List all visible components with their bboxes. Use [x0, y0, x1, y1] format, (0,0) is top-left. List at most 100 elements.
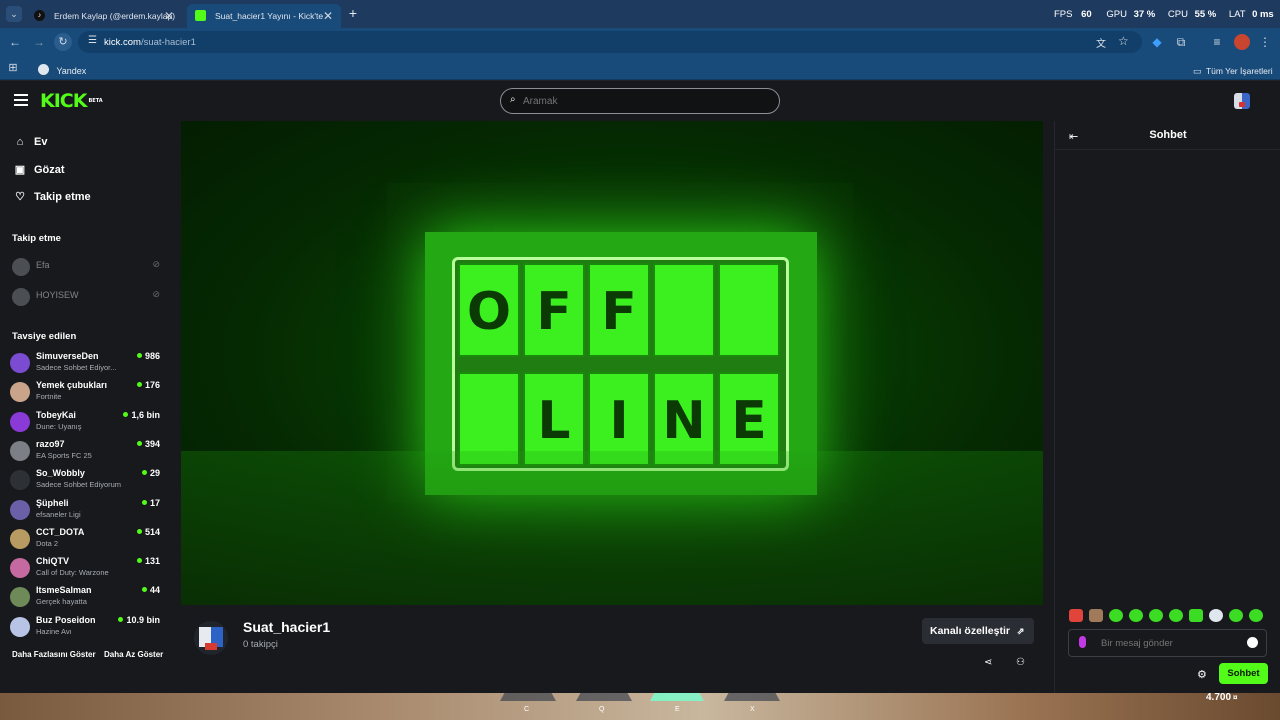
- forward-icon[interactable]: →: [32, 35, 46, 49]
- kick-logo[interactable]: KICK BETA: [40, 90, 103, 112]
- browse-icon: ▣: [14, 164, 26, 176]
- avatar: [10, 382, 30, 403]
- show-less-link[interactable]: Daha Az Göster: [104, 650, 163, 659]
- chat-divider: [1055, 149, 1280, 150]
- tab-title: Erdem Kaylap (@erdem.kaylap): [54, 11, 176, 21]
- channel-name[interactable]: Suat_hacier1: [243, 619, 330, 635]
- channel-category: EA Sports FC 25: [36, 450, 92, 460]
- following-channel[interactable]: HOYISEW ⊘: [10, 285, 160, 313]
- floor-glow: [181, 451, 1043, 605]
- hamburger-menu-icon[interactable]: [14, 94, 28, 106]
- nav-following-label: Takip etme: [34, 191, 91, 203]
- nav-browse[interactable]: ▣ Gözat: [12, 163, 65, 176]
- video-player[interactable]: OFF LINE: [181, 121, 1043, 605]
- tab-search-icon[interactable]: ⌄: [6, 6, 22, 22]
- browser-address-bar: ← → ↻ ☰ kick.com/suat-hacier1 文 ☆ ◆ ⧉ ≡ …: [0, 28, 1280, 56]
- close-tab-icon[interactable]: ✕: [323, 4, 333, 28]
- emote-icon[interactable]: [1069, 609, 1083, 622]
- emote-icon[interactable]: [1129, 609, 1143, 622]
- apps-grid-icon[interactable]: ⊞: [6, 61, 20, 75]
- recommended-channel[interactable]: TobeyKai Dune: Uyanış 1,6 bin: [10, 409, 160, 437]
- viewer-count-value: 29: [149, 468, 160, 479]
- bookmark-label: Yandex: [56, 66, 87, 76]
- extension-shield-icon[interactable]: ◆: [1150, 35, 1164, 49]
- tab-kick-stream[interactable]: Suat_hacier1 Yayını - Kick'te Canlı ✕: [187, 4, 341, 28]
- viewer-count-value: 131: [144, 556, 160, 567]
- recommended-channel[interactable]: Şüpheli efsaneler Ligi 17: [10, 497, 160, 525]
- translate-icon[interactable]: 文: [1096, 35, 1106, 50]
- heart-icon: ♡: [15, 191, 25, 203]
- yandex-icon: [38, 64, 49, 75]
- site-info-icon[interactable]: ☰: [88, 35, 97, 46]
- emote-icon[interactable]: [1169, 609, 1183, 622]
- channel-avatar[interactable]: [194, 621, 228, 655]
- clip-icon[interactable]: ⚇: [1016, 657, 1025, 668]
- credits-amount: 4.700: [1206, 692, 1232, 703]
- show-more-link[interactable]: Daha Fazlasını Göster: [12, 650, 96, 659]
- bookmark-star-icon[interactable]: ☆: [1118, 34, 1129, 48]
- chat-input-box[interactable]: [1068, 629, 1267, 657]
- following-channel[interactable]: Efa ⊘: [10, 255, 160, 283]
- nav-following[interactable]: ♡ Takip etme: [12, 190, 91, 203]
- close-tab-icon[interactable]: ✕: [164, 4, 174, 28]
- kick-app: KICKBETA ⌕ ⌂ Ev ▣ Gözat ♡ Takip etme Takip …: [0, 81, 1280, 693]
- recommended-channel[interactable]: Buz Poseidon Hazine Avı 10.9 bin: [10, 614, 160, 642]
- avatar: [12, 258, 30, 276]
- extensions-icon[interactable]: ⧉: [1174, 35, 1188, 49]
- url-field[interactable]: ☰ kick.com/suat-hacier1 文 ☆: [78, 31, 1142, 53]
- ability-key-e: E: [675, 706, 680, 713]
- emote-icon[interactable]: [1249, 609, 1263, 622]
- channel-name: ChiQTV: [36, 556, 69, 567]
- ability-slot: [650, 693, 704, 701]
- avatar: [10, 499, 30, 520]
- emote-icon[interactable]: [1209, 609, 1223, 622]
- mic-icon[interactable]: [1079, 636, 1086, 648]
- reading-list-icon[interactable]: ≡: [1210, 35, 1224, 49]
- nav-home[interactable]: ⌂ Ev: [12, 136, 48, 148]
- all-bookmarks[interactable]: ▭ Tüm Yer İşaretleri: [1193, 61, 1273, 79]
- recommended-channel[interactable]: razo97 EA Sports FC 25 394: [10, 438, 160, 466]
- lat-value: 0 ms: [1252, 9, 1274, 20]
- emote-icon[interactable]: [1109, 609, 1123, 622]
- tab-erdem-kaylap[interactable]: ♪ Erdem Kaylap (@erdem.kaylap) ✕: [26, 4, 182, 28]
- follower-count: 0 takipçi: [243, 639, 278, 650]
- channel-name: Şüpheli: [36, 497, 69, 508]
- bookmark-yandex[interactable]: Yandex: [38, 61, 86, 79]
- recommended-section-title: Tavsiye edilen: [12, 331, 77, 342]
- live-dot-icon: [136, 440, 142, 446]
- recommended-channel[interactable]: Yemek çubukları Fortnite 176: [10, 379, 160, 407]
- channel-name: HOYISEW: [36, 290, 79, 300]
- emote-icon[interactable]: [1089, 609, 1103, 622]
- channel-name: So_Wobbly: [36, 468, 85, 479]
- new-tab-icon[interactable]: +: [346, 6, 360, 20]
- user-avatar[interactable]: [1234, 93, 1250, 109]
- url-host: kick.com: [104, 37, 141, 48]
- recommended-channel[interactable]: ChiQTV Call of Duty: Warzone 131: [10, 555, 160, 583]
- credits-value: 4.700 ¤: [1206, 692, 1237, 703]
- channel-category: Dota 2: [36, 538, 59, 548]
- share-icon[interactable]: ⋖: [984, 657, 992, 668]
- recommended-channel[interactable]: ItsmeSalman Gerçek hayatta 44: [10, 584, 160, 612]
- all-bookmarks-label: Tüm Yer İşaretleri: [1205, 66, 1273, 76]
- recommended-channel[interactable]: CCT_DOTA Dota 2 514: [10, 526, 160, 554]
- chat-message-input[interactable]: [1101, 636, 1241, 651]
- profile-icon[interactable]: [1234, 34, 1250, 50]
- back-icon[interactable]: ←: [8, 35, 22, 49]
- chat-send-button[interactable]: Sohbet: [1219, 663, 1268, 684]
- recommended-channel[interactable]: So_Wobbly Sadece Sohbet Ediyorum 29: [10, 467, 160, 495]
- emote-icon[interactable]: [1189, 609, 1203, 622]
- channel-category: Hazine Avı: [36, 626, 72, 636]
- menu-more-icon[interactable]: ⋮: [1258, 35, 1272, 49]
- customize-channel-button[interactable]: Kanalı özelleştir ⇗: [922, 618, 1034, 644]
- emote-icon[interactable]: [1149, 609, 1163, 622]
- viewer-count-value: 44: [149, 585, 160, 596]
- reload-icon[interactable]: ↻: [54, 33, 72, 51]
- search-input[interactable]: [523, 93, 763, 109]
- emoji-picker-icon[interactable]: [1247, 637, 1258, 648]
- search-bar[interactable]: ⌕: [500, 88, 780, 114]
- browser-tab-bar: ⌄ ♪ Erdem Kaylap (@erdem.kaylap) ✕ Suat_…: [0, 0, 1280, 28]
- chat-settings-icon[interactable]: ⚙: [1197, 668, 1207, 681]
- emote-icon[interactable]: [1229, 609, 1243, 622]
- recommended-channel[interactable]: SimuverseDen Sadece Sohbet Ediyor... 986: [10, 350, 160, 378]
- live-dot-icon: [123, 411, 129, 417]
